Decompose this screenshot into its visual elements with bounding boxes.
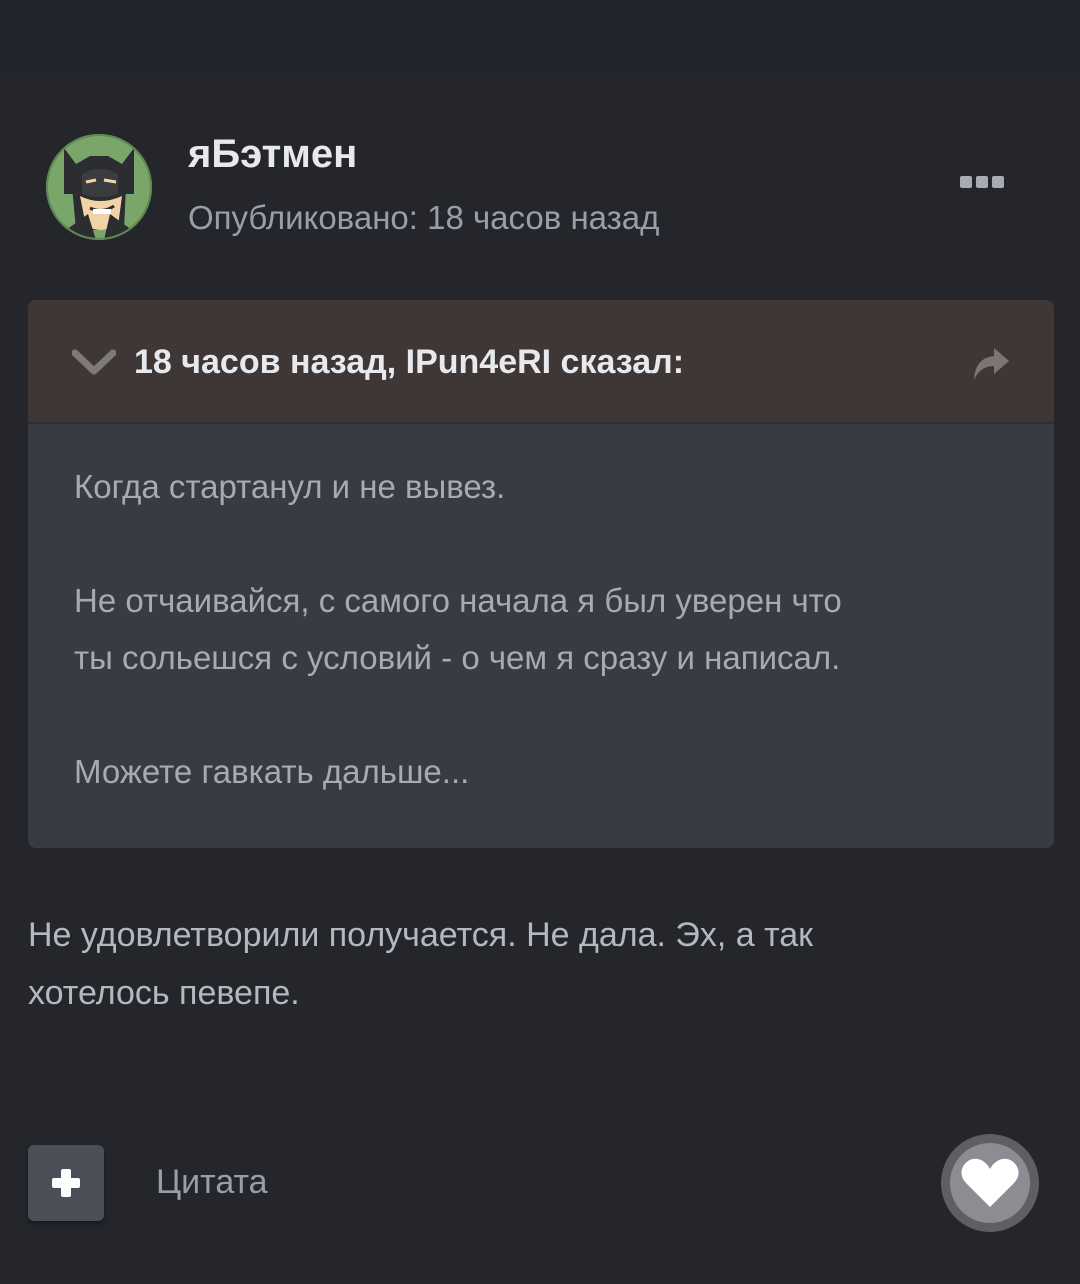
plus-icon — [52, 1169, 80, 1197]
post-text: хотелось певепе. — [28, 974, 300, 1012]
quote-text: Можете гавкать дальше... — [74, 753, 470, 790]
like-button-inner — [950, 1143, 1030, 1223]
author-avatar[interactable] — [46, 134, 152, 240]
quote-share-button[interactable] — [970, 344, 1012, 384]
quote-collapse-toggle[interactable] — [71, 344, 117, 380]
more-dot-icon — [960, 176, 972, 188]
quote-text: Когда стартанул и не вывез. — [74, 468, 506, 505]
share-arrow-icon — [974, 348, 1009, 380]
post-timestamp: Опубликовано: 18 часов назад — [188, 199, 660, 236]
quote-block: 18 часов назад, IPun4eRI сказал: Когда с… — [28, 300, 1054, 848]
post-text: Не удовлетворили получается. Не дала. Эх… — [28, 916, 814, 954]
chevron-down-icon — [71, 349, 117, 375]
batman-avatar-icon — [46, 134, 152, 240]
top-bar — [0, 0, 1080, 72]
more-dot-icon — [992, 176, 1004, 188]
quote-attribution: 18 часов назад, IPun4eRI сказал: — [134, 343, 685, 381]
more-dot-icon — [976, 176, 988, 188]
quote-body: Когда стартанул и не вывез. Не отчаивайс… — [74, 458, 1014, 800]
post-content: Не удовлетворили получается. Не дала. Эх… — [28, 906, 1028, 1022]
heart-icon — [961, 1158, 1019, 1207]
more-options-button[interactable] — [956, 168, 1010, 196]
quote-text: Не отчаивайся, с самого начала я был уве… — [74, 582, 842, 619]
like-button[interactable] — [941, 1134, 1039, 1232]
quote-link[interactable]: Цитата — [156, 1158, 268, 1206]
add-quote-button[interactable] — [28, 1145, 104, 1221]
quote-text: ты сольешся с условий - о чем я сразу и … — [74, 639, 841, 676]
author-name[interactable]: яБэтмен — [188, 130, 357, 178]
quote-header: 18 часов назад, IPun4eRI сказал: — [28, 300, 1054, 424]
